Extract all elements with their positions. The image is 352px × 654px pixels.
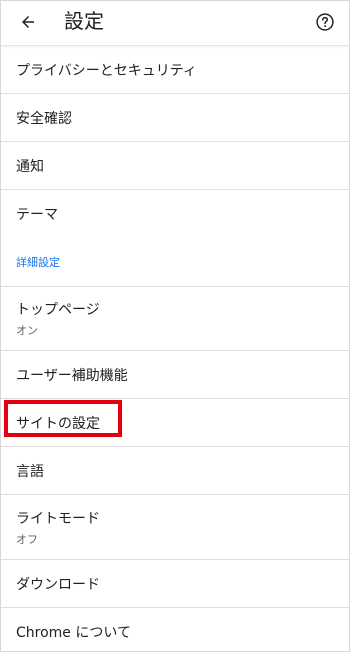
settings-item-languages[interactable]: 言語: [1, 447, 349, 495]
settings-item-label: トップページ: [16, 302, 100, 318]
settings-item-safety-check[interactable]: 安全確認: [1, 94, 349, 142]
settings-item-site-settings[interactable]: サイトの設定: [1, 399, 349, 447]
section-header-advanced: 詳細設定: [16, 256, 60, 269]
settings-item-label: サイトの設定: [16, 415, 100, 432]
back-button[interactable]: [15, 9, 41, 35]
settings-item-label: ダウンロード: [16, 576, 100, 593]
settings-screen: 設定 プライバシーとセキュリティ 安全確認 通知 テーマ 詳細設定 トップページ…: [0, 0, 350, 652]
settings-item-label: 通知: [16, 158, 44, 175]
settings-item-value: オフ: [16, 532, 38, 546]
settings-item-label: Chrome について: [16, 625, 131, 641]
settings-item-homepage[interactable]: トップページ オン: [1, 286, 349, 351]
app-bar: 設定: [1, 1, 349, 46]
settings-item-lite-mode[interactable]: ライトモード オフ: [1, 495, 349, 560]
settings-item-downloads[interactable]: ダウンロード: [1, 560, 349, 608]
help-circle-icon: [316, 13, 334, 31]
settings-item-theme: テーマ: [1, 190, 349, 238]
settings-list: プライバシーとセキュリティ 安全確認 通知 テーマ 詳細設定 トップページ オン…: [1, 46, 349, 651]
settings-item-about-chrome[interactable]: Chrome について: [1, 608, 349, 651]
settings-item-value: オン: [16, 324, 38, 337]
arrow-left-icon: [22, 16, 34, 28]
settings-item-label: テーマ: [16, 207, 58, 223]
settings-item-privacy[interactable]: プライバシーとセキュリティ: [1, 46, 349, 94]
settings-item-label: プライバシーとセキュリティ: [16, 62, 197, 79]
settings-item-label: ユーザー補助機能: [16, 367, 128, 384]
settings-item-accessibility[interactable]: ユーザー補助機能: [1, 351, 349, 399]
settings-item-label: 言語: [16, 463, 44, 480]
help-button[interactable]: [313, 10, 337, 34]
page-title: 設定: [64, 9, 104, 33]
settings-item-label: ライトモード: [16, 510, 100, 527]
settings-item-notifications[interactable]: 通知: [1, 142, 349, 190]
settings-item-label: 安全確認: [16, 110, 72, 127]
